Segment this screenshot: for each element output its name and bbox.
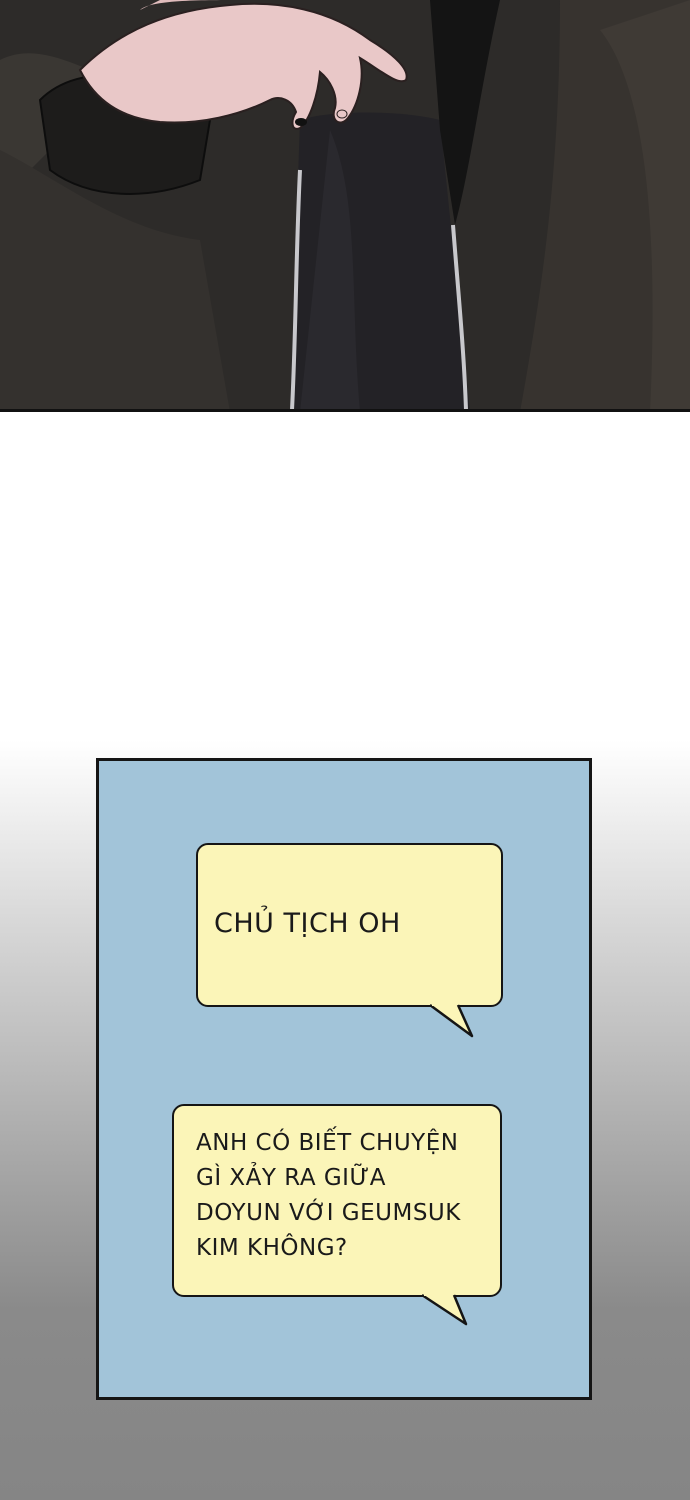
speech-line: DOYUN VỚI GEUMSUK: [196, 1200, 461, 1226]
speech-bubble-2-text: ANH CÓ BIẾT CHUYỆN GÌ XẢY RA GIỮA DOYUN …: [196, 1126, 461, 1266]
speech-line: KIM KHÔNG?: [196, 1235, 348, 1261]
speech-bubble-2-tail: [421, 1290, 468, 1326]
speech-bubble-1-text: CHỦ TỊCH OH: [214, 907, 401, 941]
speech-bubble-1: CHỦ TỊCH OH: [196, 843, 503, 1007]
comic-panel-illustration: [0, 0, 690, 412]
hand-gripping-coat-illustration: [0, 0, 690, 409]
speech-bubble-2: ANH CÓ BIẾT CHUYỆN GÌ XẢY RA GIỮA DOYUN …: [172, 1104, 502, 1297]
panel-gutter: [0, 412, 690, 742]
speech-line: CHỦ TỊCH OH: [214, 908, 401, 939]
speech-line: GÌ XẢY RA GIỮA: [196, 1165, 386, 1191]
speech-line: ANH CÓ BIẾT CHUYỆN: [196, 1130, 459, 1156]
speech-bubble-1-tail: [429, 1000, 474, 1038]
